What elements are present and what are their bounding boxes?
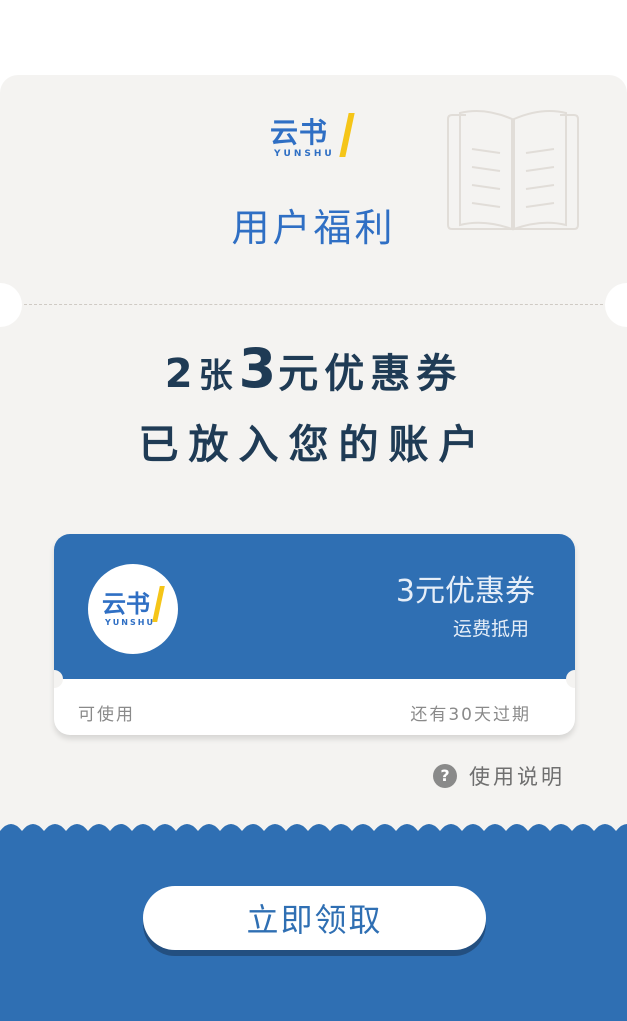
coupon-ticket[interactable]: 云书 YUNSHU 3元优惠券 运费抵用 可使用 还有30天过期	[54, 534, 575, 735]
coupon-header: 云书 YUNSHU 3元优惠券 运费抵用	[54, 534, 575, 679]
logo-subtext: YUNSHU	[274, 149, 335, 159]
welfare-card: 云书 YUNSHU 用户福利 2张3元优惠券 已放入您的账户 云书 YUNSHU…	[0, 75, 627, 1021]
coupon-amount: 3	[238, 337, 279, 400]
coupon-description: 运费抵用	[452, 618, 529, 640]
logo-slash-mark	[339, 113, 355, 157]
coupon-logo-slash	[152, 586, 165, 622]
usage-instructions-link[interactable]: ? 使用说明	[433, 761, 565, 791]
coupon-logo-subtext: YUNSHU	[105, 618, 155, 627]
headline-line2: 已放入您的账户	[138, 422, 489, 468]
ticket-notch-right	[605, 283, 627, 327]
coupon-logo-text: 云书	[102, 590, 150, 618]
perforation-line	[24, 304, 603, 305]
coupon-logo: 云书 YUNSHU	[88, 564, 178, 654]
coupon-notch-right	[566, 670, 575, 688]
coupon-expiry: 还有30天过期	[410, 705, 531, 725]
ticket-notch-left	[0, 283, 22, 327]
coupon-status: 可使用	[78, 705, 135, 725]
coupon-name: 3元优惠券	[395, 574, 535, 609]
headline-line1: 2张3元优惠券	[0, 337, 627, 400]
coupon-type-text: 元优惠券	[278, 351, 463, 397]
claim-now-button[interactable]: 立即领取	[143, 886, 486, 950]
coupon-count: 2	[164, 351, 199, 397]
logo-text: 云书	[270, 116, 329, 149]
usage-instructions-label: 使用说明	[469, 765, 565, 789]
coupon-count-unit: 张	[198, 356, 239, 396]
page-title: 用户福利	[231, 206, 396, 250]
question-icon: ?	[433, 764, 457, 788]
coupon-headline: 2张3元优惠券 已放入您的账户	[0, 337, 627, 470]
yunshu-logo: 云书 YUNSHU	[270, 111, 360, 161]
